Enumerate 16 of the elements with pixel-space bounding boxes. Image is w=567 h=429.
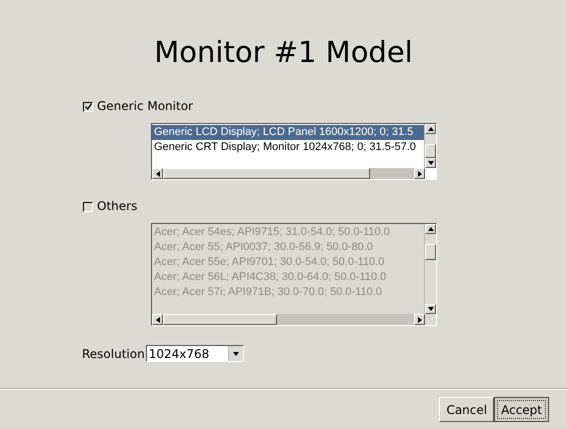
- monitor-checkbox[interactable]: Generic Monitor: [83, 99, 567, 114]
- list-item[interactable]: Generic LCD Display; LCD Panel 1600x1200; 0; 31.5: [152, 125, 424, 140]
- scrollbar-thumb[interactable]: [163, 168, 370, 179]
- up-arrow-icon[interactable]: [425, 124, 436, 134]
- resolution-label: Resolution: [82, 346, 145, 360]
- monitor-list[interactable]: Generic LCD Display; LCD Panel 1600x1200; 0; 31.5 Generic CRT Display; Monitor 1024x768; 0; 31.5-57.0: [151, 123, 437, 180]
- dialog-button[interactable]: Cancel: [439, 397, 494, 422]
- dialog-button[interactable]: Accept: [494, 397, 549, 422]
- checkbox-icon[interactable]: [83, 102, 93, 112]
- dialog-title: Monitor #1 Model: [153, 34, 414, 70]
- vertical-scrollbar[interactable]: [424, 124, 436, 168]
- scrollbar-thumb[interactable]: [425, 144, 436, 158]
- list-item[interactable]: Generic CRT Display; Monitor 1024x768; 0; 31.5-57.0: [152, 140, 424, 155]
- resolution-dropdown[interactable]: 1024x768: [146, 345, 244, 362]
- down-arrow-icon[interactable]: [425, 158, 436, 168]
- horizontal-scrollbar[interactable]: [152, 168, 425, 179]
